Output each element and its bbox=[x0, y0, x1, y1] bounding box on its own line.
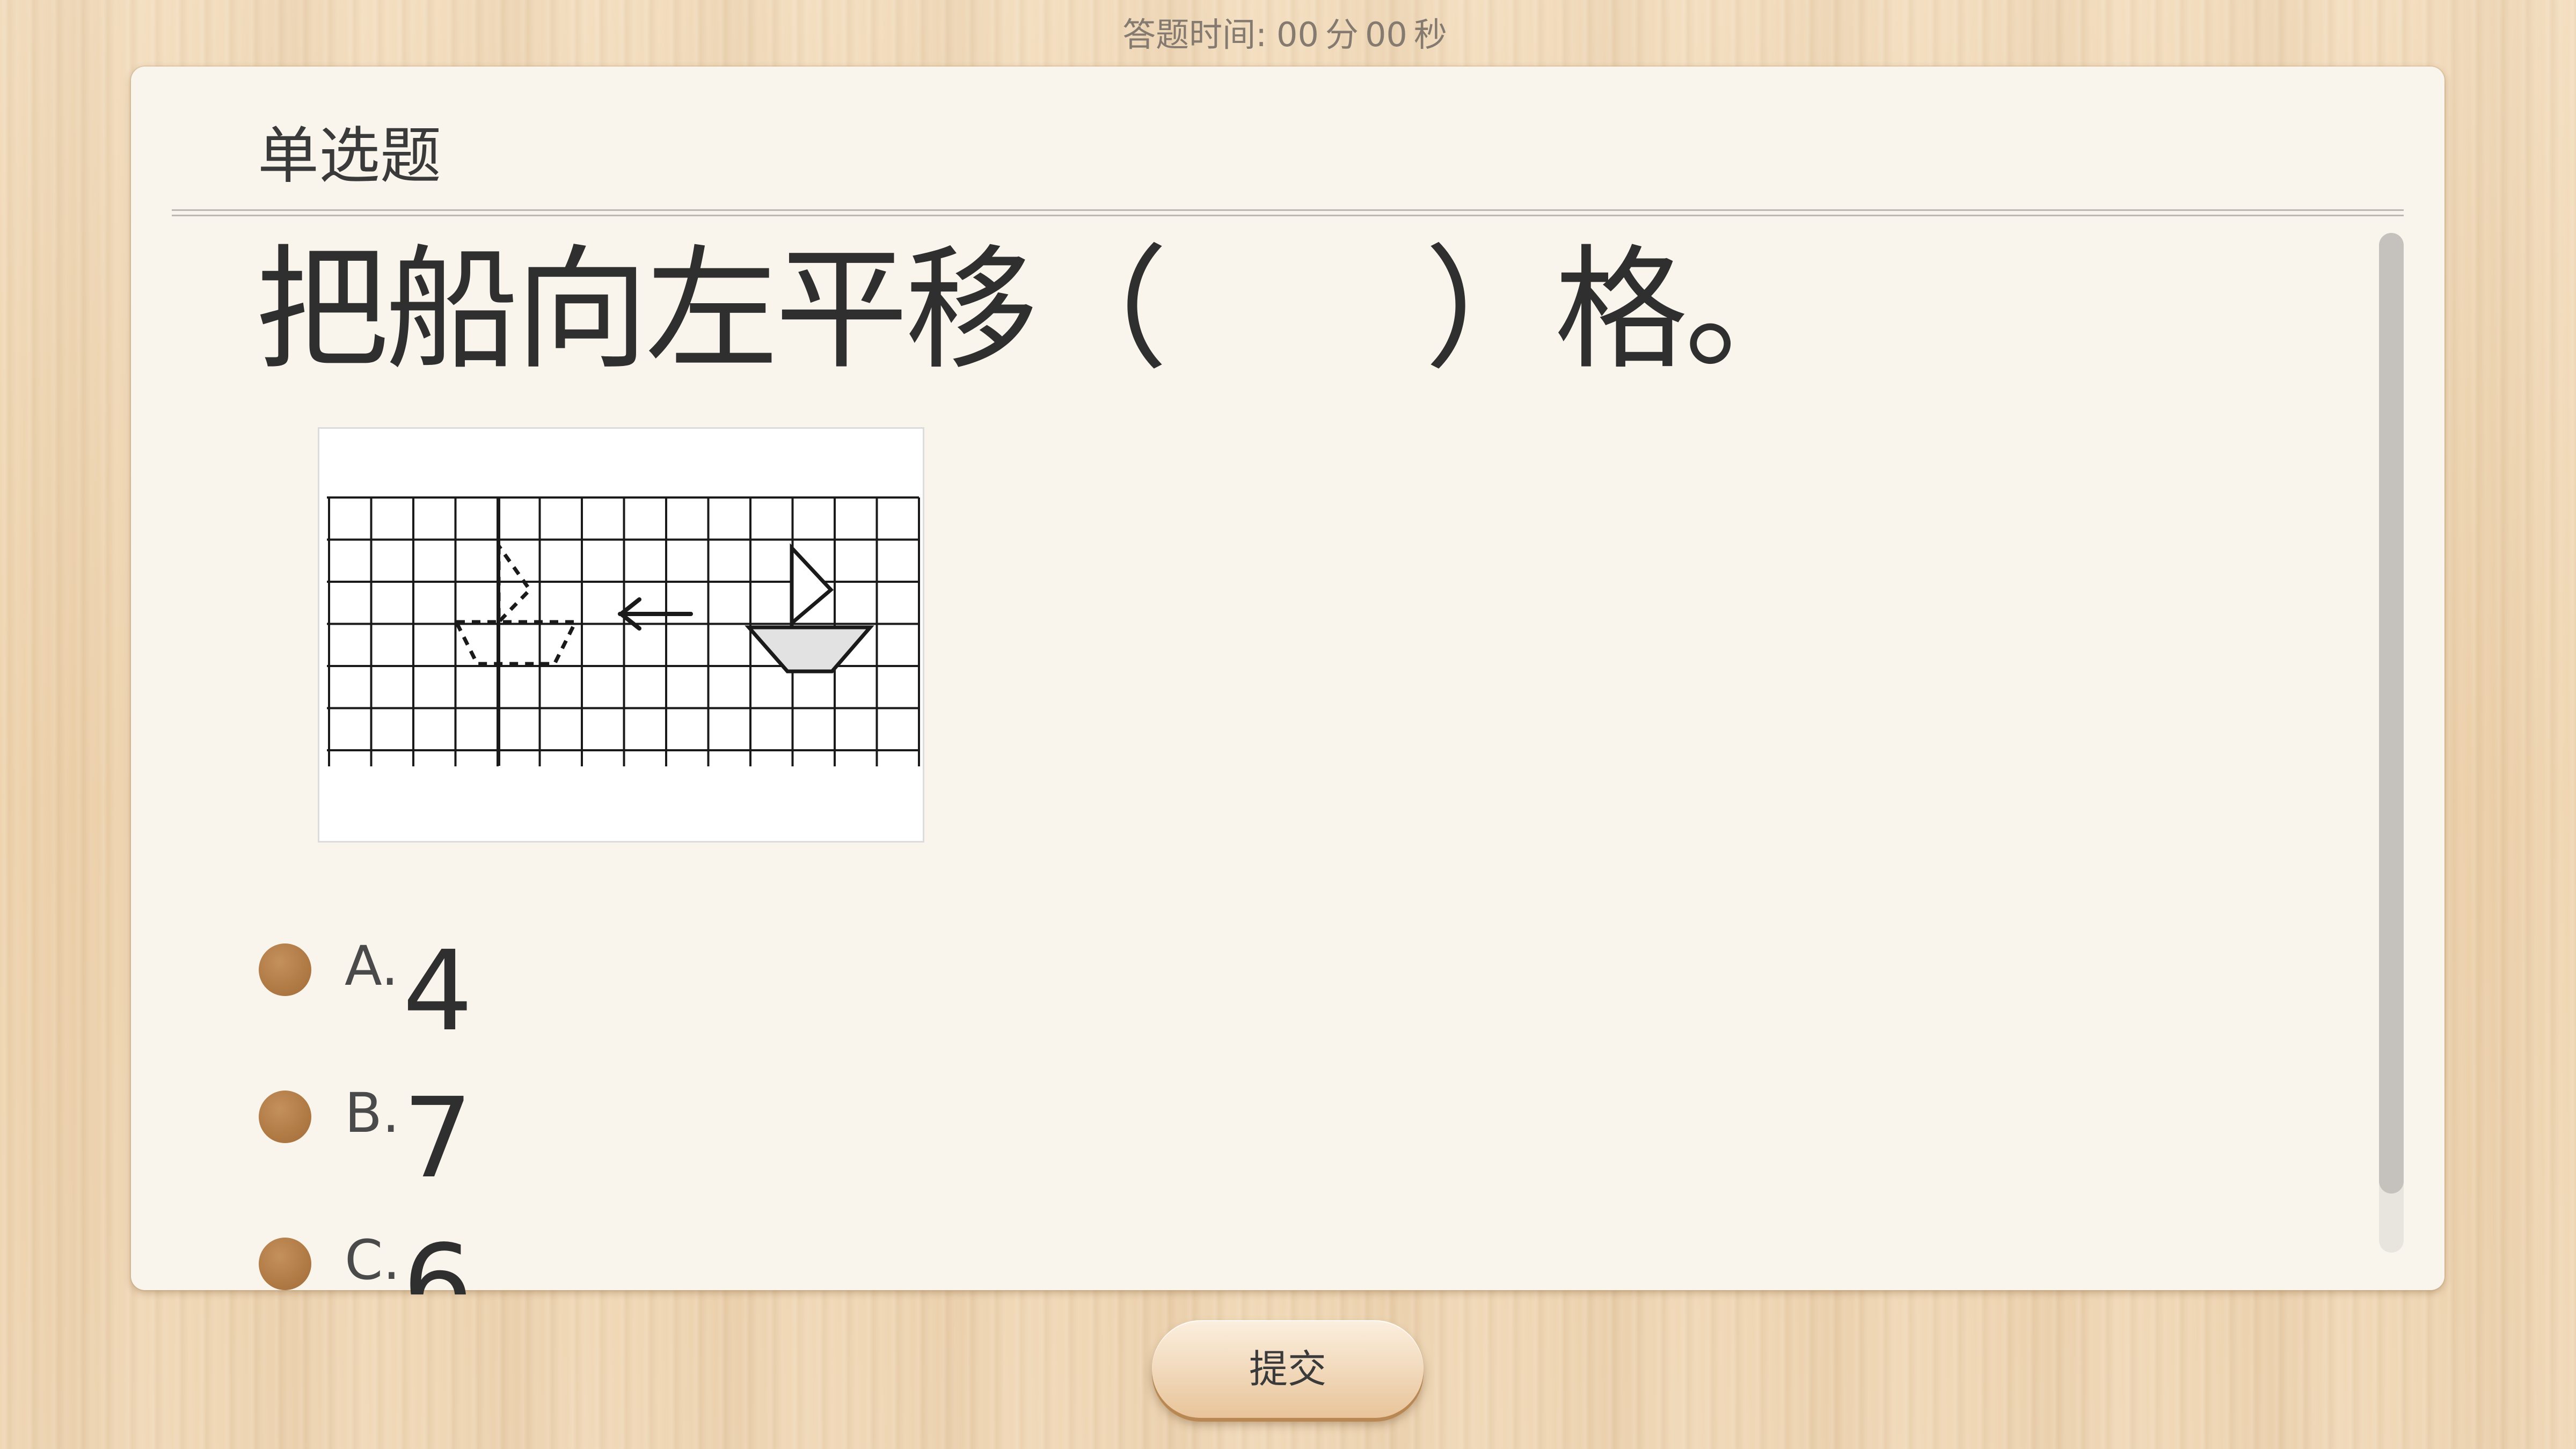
option-value: 6 bbox=[403, 1221, 473, 1294]
option-b[interactable]: B. 7 bbox=[259, 1019, 742, 1194]
boat-shape bbox=[745, 543, 874, 674]
answer-timer: 答题时间: 00 分 00 秒 bbox=[0, 8, 2576, 56]
dashed-boat-shape bbox=[453, 539, 579, 666]
timer-minute-unit: 分 bbox=[1325, 15, 1359, 54]
header-divider bbox=[172, 209, 2404, 216]
option-a[interactable]: A. 4 bbox=[259, 872, 742, 1046]
question-type-label: 单选题 bbox=[258, 120, 442, 192]
option-letter: A. bbox=[345, 934, 399, 998]
submit-button[interactable]: 提交 bbox=[1152, 1320, 1424, 1418]
option-c[interactable]: C. 6 bbox=[259, 1166, 742, 1294]
question-card: 单选题 把船向左平移（ ）格。 A. 4 B. 7 C. 6 bbox=[131, 67, 2444, 1294]
option-letter: C. bbox=[345, 1228, 400, 1292]
radio-button-a[interactable] bbox=[259, 943, 311, 996]
timer-seconds: 00 bbox=[1364, 15, 1407, 54]
radio-button-c[interactable] bbox=[259, 1238, 311, 1290]
question-figure bbox=[318, 427, 924, 843]
scrollbar-thumb[interactable] bbox=[2379, 233, 2404, 1194]
timer-second-unit: 秒 bbox=[1413, 15, 1447, 54]
grid-boat-diagram bbox=[327, 496, 920, 766]
vertical-scrollbar[interactable] bbox=[2379, 233, 2404, 1253]
question-text: 把船向左平移（ ）格。 bbox=[256, 233, 1818, 387]
option-letter: B. bbox=[345, 1081, 400, 1145]
options-list: A. 4 B. 7 C. 6 bbox=[259, 872, 742, 1294]
timer-minutes: 00 bbox=[1276, 15, 1319, 54]
timer-label: 答题时间: bbox=[1122, 15, 1267, 54]
radio-button-b[interactable] bbox=[259, 1091, 311, 1143]
